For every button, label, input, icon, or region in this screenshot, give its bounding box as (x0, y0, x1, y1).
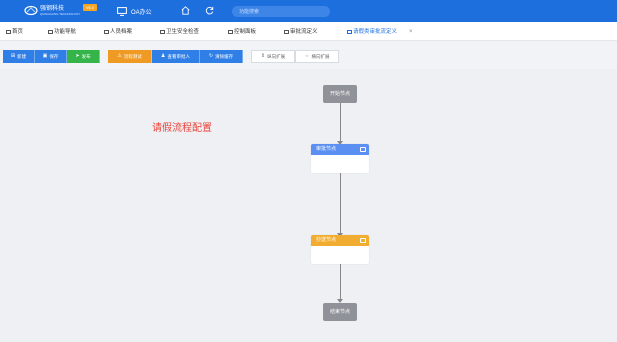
new-button-label: 新建 (17, 54, 27, 59)
tab-page-icon (6, 30, 11, 34)
logo-icon (24, 5, 38, 16)
save-icon: ▣ (42, 53, 48, 59)
tab-close-icon[interactable]: × (409, 28, 413, 36)
connector-line (339, 262, 341, 299)
new-icon: ⊞ (10, 53, 16, 59)
expand-vertical-icon: ⇕ (260, 53, 266, 59)
brand-subtitle: QIANGGANG TECHNOLOGY (40, 12, 81, 16)
flow-test-button[interactable]: ⚠ 流程测试 (108, 50, 152, 63)
tab-approval-flow-def[interactable]: 审批流定义 (284, 28, 318, 36)
user-icon: ♟ (161, 53, 166, 59)
tab-page-icon (160, 30, 165, 34)
home-icon[interactable] (181, 6, 190, 15)
refresh-icon[interactable] (205, 6, 214, 15)
tab-control-panel[interactable]: 控制面板 (228, 28, 256, 36)
end-node[interactable]: 结束节点 (323, 303, 357, 321)
tab-label: 人员档案 (110, 29, 133, 35)
version-badge: V6.0 (83, 4, 97, 11)
approve-node-label: 审批节点 (316, 146, 337, 152)
flow-test-button-label: 流程测试 (123, 54, 142, 59)
view-approvers-button[interactable]: ♟ 查看审批人 (152, 50, 200, 63)
tab-bar: 首页 功能导航 人员档案 卫生安全检查 控制面板 审批流定义 请假类审批流定义 … (0, 22, 617, 41)
flow-canvas (0, 69, 617, 342)
publish-button-label: 发布 (81, 54, 91, 59)
approve-node-header: 审批节点 (311, 144, 369, 155)
tab-label: 首页 (12, 29, 24, 35)
function-search-input[interactable] (232, 6, 330, 17)
connector-line (339, 103, 341, 142)
cc-node-header: 抄送节点 (311, 235, 369, 246)
tab-page-icon (284, 30, 289, 34)
send-icon: ➤ (75, 53, 80, 59)
tab-leave-approval-flow-def[interactable]: 请假类审批流定义 (347, 28, 397, 36)
refresh-icon: ↻ (208, 53, 214, 59)
start-node[interactable]: 开始节点 (323, 85, 357, 103)
clear-cache-button-label: 清除缓存 (215, 54, 234, 59)
save-button-label: 保存 (49, 54, 59, 59)
node-settings-icon[interactable] (360, 147, 366, 152)
clear-cache-button[interactable]: ↻ 清除缓存 (200, 50, 243, 63)
expand-horizontal-icon: ⇔ (304, 53, 310, 59)
tab-label: 卫生安全检查 (166, 29, 200, 35)
warning-icon: ⚠ (117, 53, 122, 59)
tab-function-nav[interactable]: 功能导航 (48, 28, 76, 36)
connector-line (339, 173, 341, 234)
top-header: 强钢科技 QIANGGANG TECHNOLOGY V6.0 OA办公 (0, 0, 617, 22)
oa-office-link[interactable]: OA办公 (117, 6, 152, 16)
cc-node[interactable]: 抄送节点 (311, 235, 369, 264)
tab-safety-check[interactable]: 卫生安全检查 (160, 28, 199, 36)
view-approvers-button-label: 查看审批人 (167, 54, 190, 59)
expand-vertical-button-label: 纵向扩展 (267, 54, 286, 59)
toolbar: ⊞ 新建 ▣ 保存 ➤ 发布 ⚠ 流程测试 ♟ 查看审批人 ↻ 清除缓存 ⇕ 纵… (0, 41, 617, 69)
approve-node[interactable]: 审批节点 (311, 144, 369, 173)
tab-page-icon (347, 30, 352, 34)
tab-page-icon (48, 30, 53, 34)
flow-config-title: 请假流程配置 (152, 123, 212, 134)
expand-horizontal-button-label: 横向扩展 (311, 54, 330, 59)
node-settings-icon[interactable] (360, 238, 366, 243)
new-button[interactable]: ⊞ 新建 (3, 50, 35, 63)
tab-home[interactable]: 首页 (6, 28, 23, 36)
tab-page-icon (104, 30, 109, 34)
cc-node-label: 抄送节点 (316, 237, 337, 243)
tab-label: 请假类审批流定义 (353, 29, 398, 35)
tab-personnel-files[interactable]: 人员档案 (104, 28, 132, 36)
oa-office-label: OA办公 (131, 9, 152, 16)
tab-label: 控制面板 (234, 29, 257, 35)
tab-label: 审批流定义 (290, 29, 318, 35)
tab-page-icon (228, 30, 233, 34)
tab-label: 功能导航 (54, 29, 77, 35)
publish-button[interactable]: ➤ 发布 (67, 50, 100, 63)
monitor-icon (117, 6, 127, 16)
save-button[interactable]: ▣ 保存 (35, 50, 67, 63)
expand-vertical-button[interactable]: ⇕ 纵向扩展 (251, 50, 295, 63)
expand-horizontal-button[interactable]: ⇔ 横向扩展 (295, 50, 339, 63)
